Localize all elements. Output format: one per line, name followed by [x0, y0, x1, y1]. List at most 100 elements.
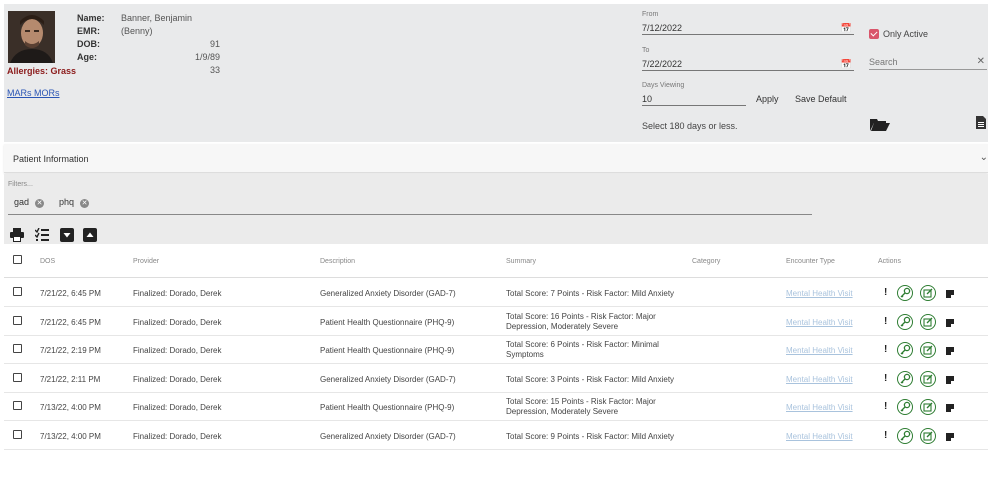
column-provider[interactable]: Provider [133, 258, 159, 265]
print-icon[interactable] [10, 228, 24, 242]
remove-chip-icon[interactable]: ✕ [80, 199, 90, 208]
calendar-icon[interactable]: 📅 [841, 58, 852, 70]
days-viewing-field[interactable]: 10 [642, 93, 746, 106]
note-icon[interactable] [946, 433, 954, 441]
search-input[interactable]: Search ✕ [869, 56, 987, 70]
edit-icon[interactable] [920, 285, 936, 301]
collapse-down-icon[interactable] [60, 228, 74, 242]
row-checkbox[interactable] [13, 287, 22, 296]
row-checkbox[interactable] [13, 344, 22, 353]
cell-description: Patient Health Questionnaire (PHQ-9) [320, 346, 455, 355]
days-viewing-label: Days Viewing [642, 82, 685, 89]
table-row[interactable]: 7/21/22, 6:45 PM Finalized: Dorado, Dere… [4, 308, 988, 336]
filter-chip-gad[interactable]: gad ✕ [14, 197, 45, 208]
to-date-field[interactable]: 7/22/2022 📅 [642, 58, 854, 71]
table-row[interactable]: 7/21/22, 2:19 PM Finalized: Dorado, Dere… [4, 336, 988, 364]
age-label: Age: [77, 52, 97, 62]
summary-line-1: Total Score: 9 Points - Risk Factor: Mil… [506, 432, 675, 441]
column-summary[interactable]: Summary [506, 258, 536, 265]
summary-line-1: Total Score: 16 Points - Risk Factor: Ma… [506, 312, 656, 321]
encounter-type-link[interactable]: Mental Health Visit [786, 289, 853, 299]
mars-mors-link[interactable]: MARs MORs [7, 88, 60, 98]
encounter-type-link[interactable]: Mental Health Visit [786, 346, 853, 356]
note-icon[interactable] [946, 290, 954, 298]
document-icon[interactable] [976, 116, 986, 129]
note-icon[interactable] [946, 376, 954, 384]
remove-chip-icon[interactable]: ✕ [35, 199, 45, 208]
calendar-icon[interactable]: 📅 [841, 22, 852, 34]
cell-dos: 7/21/22, 6:45 PM [40, 289, 101, 298]
cell-description: Generalized Anxiety Disorder (GAD-7) [320, 432, 456, 441]
cell-dos: 7/13/22, 4:00 PM [40, 432, 101, 441]
clear-search-icon[interactable]: ✕ [977, 56, 985, 68]
table-row[interactable]: 7/21/22, 6:45 PM Finalized: Dorado, Dere… [4, 279, 988, 307]
cell-dos: 7/13/22, 4:00 PM [40, 403, 101, 412]
table-row[interactable]: 7/13/22, 4:00 PM Finalized: Dorado, Dere… [4, 422, 988, 450]
note-icon[interactable] [946, 404, 954, 412]
edit-icon[interactable] [920, 371, 936, 387]
patient-name: Banner, Benjamin (Benny) [121, 13, 193, 36]
only-active-checkbox[interactable] [869, 29, 879, 39]
edit-icon[interactable] [920, 314, 936, 330]
key-icon[interactable] [897, 399, 913, 415]
apply-button[interactable]: Apply [756, 94, 779, 104]
edit-icon[interactable] [920, 342, 936, 358]
note-icon[interactable] [946, 319, 954, 327]
row-checkbox[interactable] [13, 373, 22, 382]
table-row[interactable]: 7/13/22, 4:00 PM Finalized: Dorado, Dere… [4, 393, 988, 421]
row-checkbox[interactable] [13, 401, 22, 410]
encounter-type-link[interactable]: Mental Health Visit [786, 375, 853, 385]
cell-summary: Total Score: 6 Points - Risk Factor: Min… [506, 340, 659, 360]
edit-icon[interactable] [920, 399, 936, 415]
table-row[interactable]: 7/21/22, 2:11 PM Finalized: Dorado, Dere… [4, 365, 988, 393]
column-encounter-type[interactable]: Encounter Type [786, 258, 835, 265]
filter-chip-phq[interactable]: phq ✕ [59, 197, 90, 208]
key-icon[interactable] [897, 314, 913, 330]
exclamation-icon[interactable]: ! [884, 373, 887, 384]
folder-icon[interactable] [870, 118, 890, 132]
table-header: DOS Provider Description Summary Categor… [4, 246, 988, 278]
collapse-up-icon[interactable] [83, 228, 97, 242]
from-date-value: 7/12/2022 [642, 23, 683, 33]
column-description[interactable]: Description [320, 258, 355, 265]
exclamation-icon[interactable]: ! [884, 287, 887, 298]
from-label: From [642, 11, 659, 18]
exclamation-icon[interactable]: ! [884, 430, 887, 441]
select-all-checkbox[interactable] [13, 255, 22, 264]
summary-line-2: Depression, Moderately Severe [506, 407, 619, 416]
encounter-type-link[interactable]: Mental Health Visit [786, 403, 853, 413]
dob-label: DOB: [77, 39, 100, 49]
patient-information-label: Patient Information [13, 154, 89, 164]
from-date-field[interactable]: 7/12/2022 📅 [642, 22, 854, 35]
cell-dos: 7/21/22, 6:45 PM [40, 318, 101, 327]
save-default-button[interactable]: Save Default [795, 94, 847, 104]
exclamation-icon[interactable]: ! [884, 316, 887, 327]
filter-chip-label: phq [59, 197, 75, 207]
cell-provider: Finalized: Dorado, Derek [133, 318, 222, 327]
cell-summary: Total Score: 3 Points - Risk Factor: Mil… [506, 375, 674, 385]
column-dos[interactable]: DOS [40, 258, 55, 265]
exclamation-icon[interactable]: ! [884, 344, 887, 355]
summary-line-1: Total Score: 15 Points - Risk Factor: Ma… [506, 397, 656, 406]
cell-summary: Total Score: 9 Points - Risk Factor: Mil… [506, 432, 674, 442]
key-icon[interactable] [897, 342, 913, 358]
edit-icon[interactable] [920, 428, 936, 444]
row-checkbox[interactable] [13, 430, 22, 439]
cell-description: Patient Health Questionnaire (PHQ-9) [320, 318, 455, 327]
search-placeholder: Search [869, 57, 898, 67]
note-icon[interactable] [946, 347, 954, 355]
chevron-down-icon[interactable]: ⌄ [980, 152, 988, 163]
key-icon[interactable] [897, 428, 913, 444]
cell-provider: Finalized: Dorado, Derek [133, 346, 222, 355]
key-icon[interactable] [897, 371, 913, 387]
encounter-type-link[interactable]: Mental Health Visit [786, 432, 853, 442]
cell-summary: Total Score: 16 Points - Risk Factor: Ma… [506, 312, 656, 332]
column-category[interactable]: Category [692, 258, 720, 265]
exclamation-icon[interactable]: ! [884, 401, 887, 412]
row-checkbox[interactable] [13, 316, 22, 325]
patient-information-panel[interactable]: Patient Information ⌄ [4, 144, 988, 173]
encounter-type-link[interactable]: Mental Health Visit [786, 318, 853, 328]
patient-avatar [8, 11, 55, 63]
key-icon[interactable] [897, 285, 913, 301]
checklist-icon[interactable] [34, 227, 49, 242]
